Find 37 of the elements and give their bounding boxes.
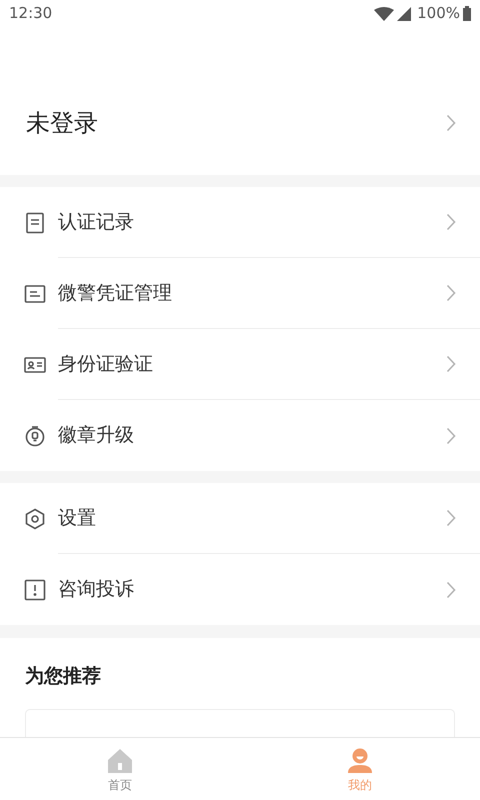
menu-item[interactable]: 咨询投诉 xyxy=(0,554,480,625)
medal-icon xyxy=(24,424,46,446)
alert-icon xyxy=(24,578,46,600)
document-icon xyxy=(24,212,46,234)
login-status: 未登录 xyxy=(26,108,98,138)
menu-label: 徽章升级 xyxy=(58,423,134,448)
status-time: 12:30 xyxy=(9,3,52,24)
chevron-right-icon xyxy=(446,213,456,231)
signal-icon xyxy=(397,6,412,20)
section-title: 为您推荐 xyxy=(25,664,102,689)
chevron-right-icon xyxy=(446,114,456,132)
tab-label: 首页 xyxy=(108,777,132,794)
user-icon xyxy=(347,748,373,774)
chevron-right-icon xyxy=(446,355,456,373)
tab-item[interactable]: 首页 xyxy=(0,738,240,800)
menu-item[interactable]: 微警凭证管理 xyxy=(0,258,480,329)
menu-label: 咨询投诉 xyxy=(58,577,134,602)
card-icon xyxy=(24,282,46,304)
profile-row[interactable]: 未登录 xyxy=(0,27,480,175)
menu-item[interactable]: 徽章升级 xyxy=(0,400,480,471)
menu-label: 设置 xyxy=(58,506,96,531)
chevron-right-icon xyxy=(446,284,456,302)
menu-label: 身份证验证 xyxy=(58,352,153,377)
home-icon xyxy=(107,748,133,774)
menu-item[interactable]: 认证记录 xyxy=(0,187,480,258)
settings-icon xyxy=(24,508,46,530)
menu-item[interactable]: 设置 xyxy=(0,483,480,554)
menu-label: 认证记录 xyxy=(58,210,134,235)
tab-label: 我的 xyxy=(348,777,372,794)
wifi-icon xyxy=(374,6,394,20)
battery-icon xyxy=(463,6,471,21)
chevron-right-icon xyxy=(446,580,456,598)
menu-label: 微警凭证管理 xyxy=(58,280,172,306)
chevron-right-icon xyxy=(446,509,456,527)
battery-percent: 100% xyxy=(417,3,460,24)
menu-item[interactable]: 身份证验证 xyxy=(0,329,480,400)
chevron-right-icon xyxy=(446,426,456,444)
